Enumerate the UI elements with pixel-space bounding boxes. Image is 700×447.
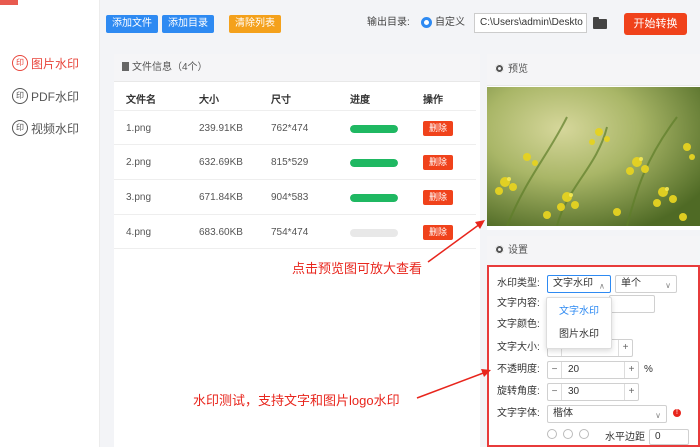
annotation-arrow <box>416 371 487 399</box>
arrowhead-icon <box>481 369 491 377</box>
watermark-annotation: 水印测试，支持文字和图片logo水印 <box>193 393 400 408</box>
arrowhead-icon <box>475 220 485 229</box>
annotation-arrow <box>427 223 481 263</box>
preview-annotation: 点击预览图可放大查看 <box>292 261 423 276</box>
annotation-arrows <box>416 220 491 399</box>
